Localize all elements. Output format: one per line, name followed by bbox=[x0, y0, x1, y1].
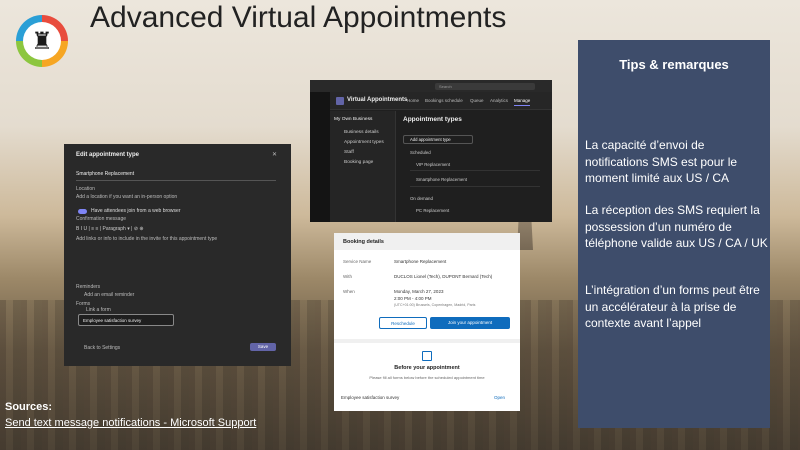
survey-name: Employee satisfaction survey bbox=[83, 318, 142, 323]
before-appointment-title: Before your appointment bbox=[394, 365, 460, 371]
location-label: Location bbox=[76, 186, 95, 192]
reminders-label: Reminders bbox=[76, 284, 101, 290]
add-reminder-link[interactable]: Add an email reminder bbox=[84, 292, 134, 298]
form-icon bbox=[422, 351, 432, 361]
tip-sms-reception: La réception des SMS requiert la possess… bbox=[585, 203, 768, 250]
booking-title: Booking details bbox=[343, 239, 384, 245]
when-label: When bbox=[343, 289, 355, 294]
app-title: Virtual Appointments bbox=[347, 97, 408, 103]
on-demand-group-label[interactable]: On demand bbox=[410, 196, 433, 201]
appointment-types-heading: Appointment types bbox=[403, 116, 462, 123]
reschedule-button[interactable]: Reschedule bbox=[379, 317, 427, 329]
business-selector[interactable]: My Own Business bbox=[334, 117, 372, 122]
teams-app-rail bbox=[310, 92, 330, 222]
row-divider bbox=[410, 186, 540, 187]
tip-sms-sending: La capacité d’envoi de notifications SMS… bbox=[585, 138, 738, 185]
list-item[interactable]: Smartphone Replacement bbox=[416, 177, 467, 182]
add-appointment-type-button[interactable]: Add appointment type bbox=[403, 135, 473, 144]
before-appointment-subtitle: Please fill all forms below before the s… bbox=[369, 375, 485, 380]
when-time: 2:00 PM - 4:00 PM bbox=[394, 296, 432, 301]
sources-label: Sources: bbox=[5, 401, 53, 413]
row-divider bbox=[410, 170, 540, 171]
tab-manage[interactable]: Manage bbox=[514, 98, 531, 106]
web-join-toggle[interactable] bbox=[78, 209, 87, 214]
confirmation-label: Confirmation message bbox=[76, 216, 127, 222]
tips-title: Tips & remarques bbox=[619, 57, 729, 72]
sidebar-item-appointment-types[interactable]: Appointment types bbox=[344, 140, 384, 145]
section-divider bbox=[334, 339, 520, 343]
web-join-label: Have attendees join from a web browser bbox=[91, 208, 181, 214]
when-date: Monday, March 27, 2023 bbox=[394, 289, 444, 294]
sidebar-item-booking-page[interactable]: Booking page bbox=[344, 160, 373, 165]
link-form-link[interactable]: Link a form bbox=[86, 307, 111, 313]
when-timezone: (UTC+01:00) Brussels, Copenhagen, Madrid… bbox=[394, 303, 476, 307]
service-name-value: Smartphone Replacement bbox=[394, 259, 447, 264]
close-icon[interactable]: ✕ bbox=[272, 151, 277, 158]
survey-name: Employee satisfaction survey bbox=[341, 395, 400, 400]
tips-panel: Tips & remarques La capacité d’envoi de … bbox=[578, 40, 770, 428]
tip-forms-integration: L’intégration d’un forms peut être un ac… bbox=[585, 283, 760, 330]
edit-appointment-screenshot: Edit appointment type ✕ Smartphone Repla… bbox=[64, 144, 291, 366]
teams-manage-screenshot: Search Virtual Appointments Home Booking… bbox=[310, 80, 552, 222]
linked-survey-chip[interactable]: Employee satisfaction survey bbox=[78, 314, 174, 326]
join-appointment-button[interactable]: Join your appointment bbox=[430, 317, 510, 329]
back-to-settings-link[interactable]: Back to Settings bbox=[84, 345, 120, 351]
list-item[interactable]: PC Replacement bbox=[416, 208, 449, 213]
tab-analytics[interactable]: Analytics bbox=[490, 98, 508, 103]
open-survey-link[interactable]: Open bbox=[494, 395, 505, 400]
name-field-underline bbox=[76, 172, 276, 181]
search-input[interactable]: Search bbox=[435, 83, 535, 90]
confirmation-input[interactable]: Add links or info to include in the invi… bbox=[76, 236, 217, 242]
tab-home[interactable]: Home bbox=[407, 98, 419, 103]
tab-queue[interactable]: Queue bbox=[470, 98, 484, 103]
eiffel-logo: ♜ bbox=[16, 15, 68, 67]
with-label: With bbox=[343, 274, 352, 279]
location-input[interactable]: Add a location if you want an in-person … bbox=[76, 194, 177, 200]
manage-sidebar bbox=[330, 111, 396, 222]
service-name-label: Service Name bbox=[343, 259, 372, 264]
tab-bookings-schedule[interactable]: Bookings schedule bbox=[425, 98, 463, 103]
sources-link[interactable]: Send text message notifications - Micros… bbox=[5, 417, 256, 429]
eiffel-tower-icon: ♜ bbox=[23, 22, 61, 60]
booking-details-screenshot: Booking details Service Name Smartphone … bbox=[334, 233, 520, 411]
sidebar-item-business-details[interactable]: Business details bbox=[344, 130, 379, 135]
slide-title: Advanced Virtual Appointments bbox=[90, 1, 507, 34]
with-value: DUCLOS Lionel (Tech), DUPONT Bernard (Te… bbox=[394, 274, 493, 279]
sidebar-item-staff[interactable]: Staff bbox=[344, 150, 354, 155]
edit-panel-title: Edit appointment type bbox=[76, 152, 139, 158]
editor-toolbar[interactable]: B I U | ≡ ≡ | Paragraph ▾ | ⊘ ⊕ bbox=[76, 226, 144, 232]
list-item[interactable]: VIP Replacement bbox=[416, 162, 450, 167]
virtual-appointments-icon bbox=[336, 97, 344, 105]
scheduled-group-label[interactable]: Scheduled bbox=[410, 150, 431, 155]
save-button[interactable]: Save bbox=[250, 343, 276, 351]
